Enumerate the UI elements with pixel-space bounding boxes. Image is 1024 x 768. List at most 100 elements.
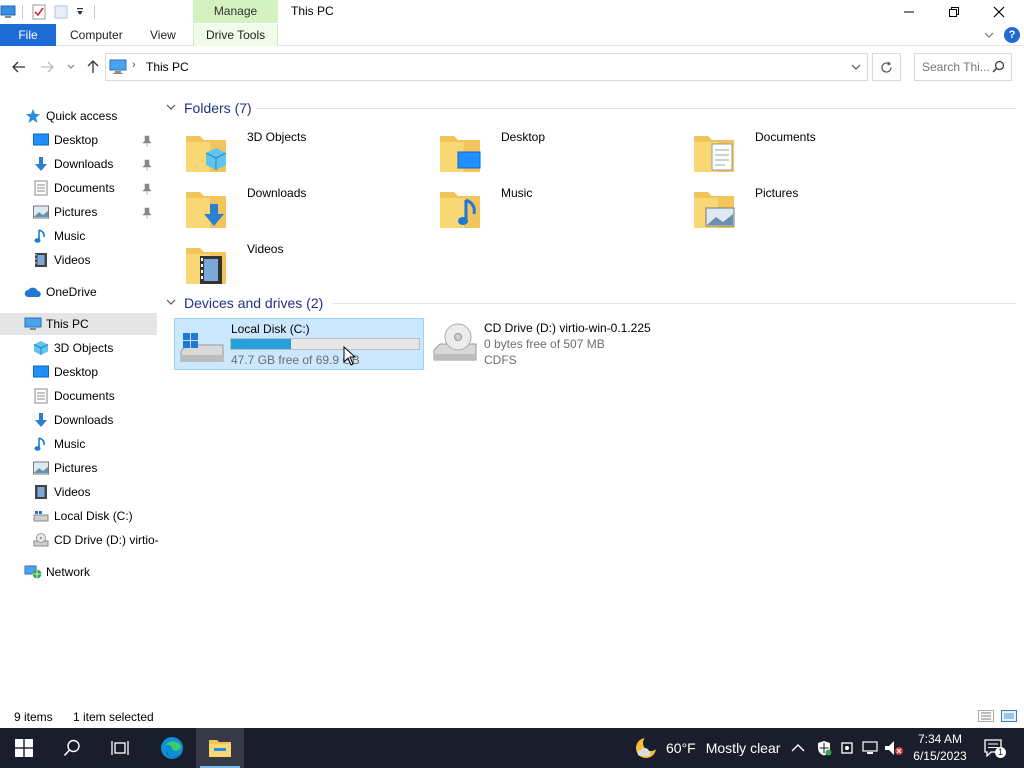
chevron-down-icon: [166, 298, 180, 309]
clock[interactable]: 7:34 AM 6/15/2023: [905, 731, 975, 765]
nav-this-pc[interactable]: This PC: [0, 313, 157, 335]
nav-label: This PC: [46, 317, 89, 331]
group-divider: [256, 108, 1016, 109]
nav-label: Documents: [54, 389, 115, 403]
navigation-pane: Quick access Desktop Downloads Documents…: [0, 100, 159, 700]
help-icon[interactable]: ?: [1004, 27, 1020, 43]
nav-pc-music[interactable]: Music: [32, 433, 85, 455]
folder-tile-pictures[interactable]: Pictures: [684, 182, 934, 234]
nav-label: Videos: [54, 253, 91, 267]
volume-muted-icon[interactable]: [884, 740, 904, 756]
up-button[interactable]: [83, 57, 103, 77]
nav-quick-pictures[interactable]: Pictures: [32, 201, 97, 223]
back-button[interactable]: [9, 57, 29, 77]
recent-locations-button[interactable]: [61, 57, 81, 77]
nav-quick-desktop[interactable]: Desktop: [32, 129, 98, 151]
nav-network[interactable]: Network: [24, 561, 90, 583]
search-box[interactable]: [914, 53, 1012, 81]
folder-tile-documents[interactable]: Documents: [684, 126, 934, 178]
nav-pc-downloads[interactable]: Downloads: [32, 409, 113, 431]
mouse-cursor-icon: [343, 346, 356, 366]
drive-tile-local-disk[interactable]: Local Disk (C:) 47.7 GB free of 69.9 GB: [174, 318, 424, 370]
close-button[interactable]: [976, 0, 1022, 24]
new-folder-icon[interactable]: [53, 4, 69, 20]
minimize-button[interactable]: [886, 0, 932, 24]
folder-name: Desktop: [501, 130, 546, 144]
tab-drive-tools[interactable]: Drive Tools: [206, 24, 265, 46]
folder-tile-music[interactable]: Music: [430, 182, 680, 234]
breadcrumb[interactable]: This PC: [146, 60, 189, 74]
file-explorer-button[interactable]: [196, 728, 244, 768]
restore-button[interactable]: [931, 0, 977, 24]
nav-label: Network: [46, 565, 91, 579]
folder-tile-3d-objects[interactable]: 3D Objects: [176, 126, 426, 178]
nav-quick-music[interactable]: Music: [32, 225, 85, 247]
details-view-icon[interactable]: [978, 710, 994, 722]
restore-icon: [949, 7, 959, 17]
nav-label: Local Disk (C:): [54, 509, 133, 523]
nav-pc-cd-drive[interactable]: CD Drive (D:) virtio-: [32, 529, 159, 551]
security-shield-icon[interactable]: [816, 740, 832, 756]
tab-manage[interactable]: Manage: [193, 0, 278, 23]
tab-file[interactable]: File: [0, 24, 56, 46]
nav-pc-documents[interactable]: Documents: [32, 385, 115, 407]
tab-view[interactable]: View: [150, 24, 176, 46]
address-bar[interactable]: › This PC: [105, 53, 868, 81]
refresh-button[interactable]: [872, 53, 901, 81]
this-pc-icon: [24, 315, 42, 333]
task-view-button[interactable]: [96, 728, 144, 768]
folder-tile-videos[interactable]: Videos: [176, 238, 426, 290]
drive-tile-cd-drive[interactable]: CD Drive (D:) virtio-win-0.1.225 0 bytes…: [428, 318, 678, 370]
notification-count-badge: 1: [995, 747, 1006, 758]
forward-button[interactable]: [37, 57, 57, 77]
nav-pc-pictures[interactable]: Pictures: [32, 457, 97, 479]
tab-computer[interactable]: Computer: [70, 24, 123, 46]
computer-icon[interactable]: [0, 4, 16, 20]
content-pane: Folders (7) 3D Objects Desktop Documents…: [160, 90, 1024, 700]
nav-pc-3d-objects[interactable]: 3D Objects: [32, 337, 113, 359]
devices-group-header[interactable]: Devices and drives (2): [166, 293, 323, 313]
nav-pc-local-disk[interactable]: Local Disk (C:): [32, 505, 133, 527]
group-divider: [332, 303, 1016, 304]
search-icon[interactable]: [992, 60, 1005, 73]
expand-ribbon-icon[interactable]: [984, 31, 994, 39]
folder-name: Music: [501, 186, 533, 200]
nav-quick-videos[interactable]: Videos: [32, 249, 90, 271]
music-folder-icon: [440, 192, 480, 228]
documents-icon: [32, 387, 50, 405]
folder-tile-desktop[interactable]: Desktop: [430, 126, 680, 178]
large-icons-view-icon[interactable]: [1001, 710, 1017, 722]
group-title: Devices and drives (2): [184, 295, 324, 311]
folder-tile-downloads[interactable]: Downloads: [176, 182, 426, 234]
network-status-icon[interactable]: [862, 740, 880, 756]
toolbar-divider: [22, 5, 23, 19]
folders-group-header[interactable]: Folders (7): [166, 98, 252, 118]
downloads-folder-icon: [186, 192, 226, 228]
music-icon: [32, 435, 50, 453]
windows-logo-icon: [15, 739, 33, 757]
device-icon[interactable]: [840, 740, 854, 756]
this-pc-icon: [109, 59, 127, 74]
nav-quick-documents[interactable]: Documents: [32, 177, 115, 199]
notification-center-button[interactable]: 1: [982, 728, 1006, 768]
start-button[interactable]: [0, 728, 48, 768]
weather-widget[interactable]: 60°F Mostly clear: [634, 728, 780, 768]
nav-quick-downloads[interactable]: Downloads: [32, 153, 113, 175]
chevron-up-icon[interactable]: [791, 743, 805, 752]
drive-usage-bar: [230, 338, 420, 350]
customize-toolbar-icon[interactable]: [72, 4, 88, 20]
quick-access-toolbar: [0, 0, 95, 24]
chevron-down-icon: [67, 64, 75, 69]
nav-pc-videos[interactable]: Videos: [32, 481, 90, 503]
search-button[interactable]: [48, 728, 96, 768]
documents-icon: [32, 179, 50, 197]
properties-icon[interactable]: [31, 4, 47, 20]
edge-button[interactable]: [148, 728, 196, 768]
nav-onedrive[interactable]: OneDrive: [24, 281, 97, 303]
nav-quick-access[interactable]: Quick access: [24, 105, 117, 127]
search-input[interactable]: [915, 54, 989, 80]
nav-pc-desktop[interactable]: Desktop: [32, 361, 98, 383]
nav-label: CD Drive (D:) virtio-: [54, 533, 159, 547]
address-dropdown-icon[interactable]: [851, 64, 861, 71]
close-icon: [993, 6, 1005, 18]
